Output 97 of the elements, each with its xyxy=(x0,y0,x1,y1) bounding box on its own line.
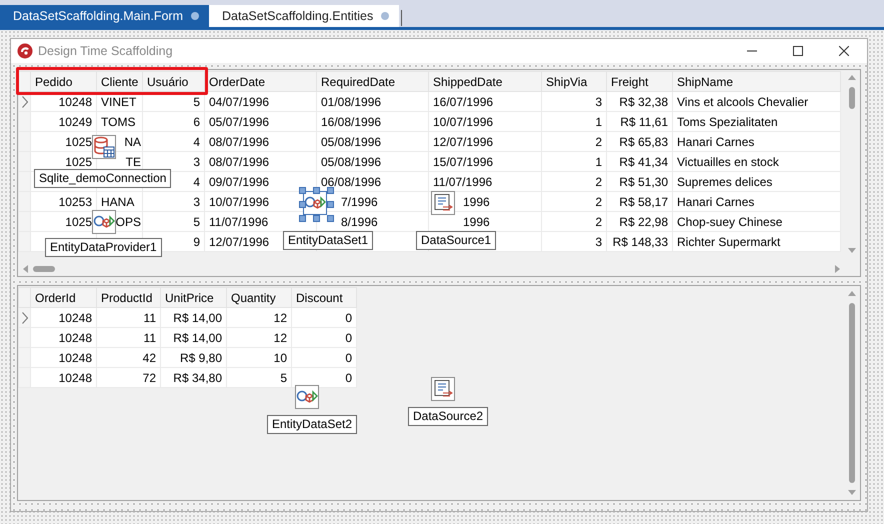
table-cell: 10248 xyxy=(30,328,96,348)
table-cell: 10 xyxy=(226,348,292,368)
table-cell: 2 xyxy=(542,212,606,232)
table-cell: R$ 58,17 xyxy=(606,192,672,212)
table-cell: 12 xyxy=(226,308,292,328)
table-cell: 5 xyxy=(226,368,292,388)
table-cell: 01/08/1996 xyxy=(316,92,428,112)
table-cell: 08/07/1996 xyxy=(204,152,316,172)
table-cell: 2 xyxy=(542,132,606,152)
table-cell: 0 xyxy=(292,328,356,348)
table-cell: 5 xyxy=(142,212,204,232)
column-header[interactable]: Pedido xyxy=(30,72,96,92)
table-cell: R$ 32,38 xyxy=(606,92,672,112)
table-cell: 42 xyxy=(96,348,160,368)
table-cell: 15/07/1996 xyxy=(428,152,542,172)
table-cell: 6 xyxy=(142,112,204,132)
column-header[interactable]: Discount xyxy=(292,288,356,308)
component-icon[interactable] xyxy=(92,210,116,234)
table-cell: Supremes delices xyxy=(672,172,840,192)
table-cell: R$ 14,00 xyxy=(160,328,226,348)
column-header[interactable]: UnitPrice xyxy=(160,288,226,308)
app-logo-icon xyxy=(17,43,33,59)
table-cell: TOMS xyxy=(96,112,142,132)
table-cell: 05/07/1996 xyxy=(204,112,316,132)
component-icon[interactable] xyxy=(431,377,455,401)
table-cell: 05/08/1996 xyxy=(316,132,428,152)
table-cell: Hanari Carnes xyxy=(672,132,840,152)
table-cell: R$ 22,98 xyxy=(606,212,672,232)
table-cell: Chop-suey Chinese xyxy=(672,212,840,232)
table-cell: 4 xyxy=(142,132,204,152)
column-header[interactable]: ProductId xyxy=(96,288,160,308)
column-header[interactable]: RequiredDate xyxy=(316,72,428,92)
table-cell: 12/07/1996 xyxy=(428,132,542,152)
table-cell: 3 xyxy=(542,92,606,112)
maximize-icon[interactable] xyxy=(793,46,803,56)
column-header[interactable]: ShipVia xyxy=(542,72,606,92)
table-cell: 10/07/1996 xyxy=(428,112,542,132)
table-cell: 1 xyxy=(542,112,606,132)
table-cell: 08/07/1996 xyxy=(204,132,316,152)
table-cell: 3 xyxy=(142,192,204,212)
component-label: DataSource2 xyxy=(408,407,488,426)
table-cell: 10248 xyxy=(30,368,96,388)
list-arrows-icon xyxy=(433,379,453,399)
component-icon[interactable] xyxy=(92,135,116,159)
close-icon[interactable] xyxy=(839,46,849,56)
component-icon[interactable] xyxy=(303,191,327,215)
component-label: EntityDataSet1 xyxy=(283,231,374,250)
table-cell: 16/08/1996 xyxy=(316,112,428,132)
modified-dot-icon xyxy=(381,12,390,20)
table-cell: 2 xyxy=(542,172,606,192)
table-cell: 11 xyxy=(96,328,160,348)
table-cell: Richter Supermarkt xyxy=(672,232,840,252)
table-cell: 2 xyxy=(542,192,606,212)
table-cell: 11 xyxy=(96,308,160,328)
table-cell: R$ 9,80 xyxy=(160,348,226,368)
table-cell: R$ 11,61 xyxy=(606,112,672,132)
table-cell: 10248 xyxy=(30,348,96,368)
component-label: EntityDataProvider1 xyxy=(45,238,162,257)
table-cell: 0 xyxy=(292,308,356,328)
component-icon[interactable] xyxy=(295,385,319,409)
table-cell: Hanari Carnes xyxy=(672,192,840,212)
column-header[interactable]: Cliente xyxy=(96,72,142,92)
component-label: Sqlite_demoConnection xyxy=(34,169,172,188)
table-cell: 10248 xyxy=(30,308,96,328)
list-arrows-icon xyxy=(433,193,453,213)
column-header[interactable]: Usuário xyxy=(142,72,204,92)
table-cell: 16/07/1996 xyxy=(428,92,542,112)
table-cell: Victuailles en stock xyxy=(672,152,840,172)
table-cell: 0 xyxy=(292,348,356,368)
table-cell: 72 xyxy=(96,368,160,388)
component-icon[interactable] xyxy=(431,191,455,215)
table-cell: 10249 xyxy=(30,112,96,132)
table-cell: 04/07/1996 xyxy=(204,92,316,112)
table-cell: R$ 14,00 xyxy=(160,308,226,328)
table-cell: Toms Spezialitaten xyxy=(672,112,840,132)
column-header[interactable]: ShipName xyxy=(672,72,840,92)
column-header[interactable]: Quantity xyxy=(226,288,292,308)
column-header[interactable]: Freight xyxy=(606,72,672,92)
document-tab[interactable]: DataSetScaffolding.Entities xyxy=(209,5,400,27)
component-label: EntityDataSet2 xyxy=(267,415,358,434)
column-header[interactable]: OrderId xyxy=(30,288,96,308)
table-cell: R$ 65,83 xyxy=(606,132,672,152)
table-cell: R$ 51,30 xyxy=(606,172,672,192)
table-cell: 1 xyxy=(542,152,606,172)
document-tab[interactable]: DataSetScaffolding.Main.Form xyxy=(0,5,209,27)
table-cell: 3 xyxy=(542,232,606,252)
table-cell: R$ 41,34 xyxy=(606,152,672,172)
modified-dot-icon xyxy=(191,12,199,20)
database-icon xyxy=(93,136,115,158)
table-cell: 05/08/1996 xyxy=(316,152,428,172)
table-cell: R$ 34,80 xyxy=(160,368,226,388)
table-cell: 12 xyxy=(226,328,292,348)
form-title: Design Time Scaffolding xyxy=(38,42,173,60)
column-header[interactable]: ShippedDate xyxy=(428,72,542,92)
table-cell: R$ 148,33 xyxy=(606,232,672,252)
table-cell: Vins et alcools Chevalier xyxy=(672,92,840,112)
component-label: DataSource1 xyxy=(416,231,496,250)
